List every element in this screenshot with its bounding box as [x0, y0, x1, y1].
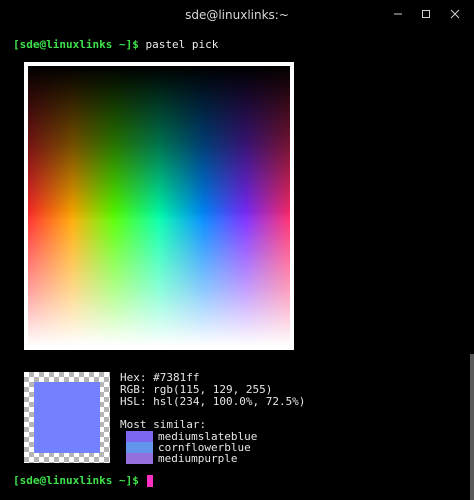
close-icon: [450, 9, 460, 19]
scrollbar[interactable]: [470, 354, 474, 500]
picked-color-swatch: [24, 372, 110, 463]
close-button[interactable]: [443, 3, 467, 25]
terminal-content[interactable]: [sde@linuxlinks ~]$ pastel pick Hex: #73…: [0, 30, 474, 500]
hsl-value: HSL: hsl(234, 100.0%, 72.5%): [120, 395, 306, 408]
similar-item: mediumpurple: [126, 451, 238, 465]
command-line-2: [sde@linuxlinks ~]$: [13, 474, 154, 487]
color-picker-frame: [24, 62, 294, 350]
color-picker-gradient[interactable]: [28, 66, 290, 346]
picked-color-fill: [34, 382, 100, 453]
prompt: [sde@linuxlinks ~]$: [13, 38, 139, 51]
similar-swatch: [126, 453, 153, 464]
similar-swatch: [126, 442, 153, 453]
window-title: sde@linuxlinks:~: [185, 8, 289, 22]
title-bar[interactable]: sde@linuxlinks:~: [0, 0, 474, 30]
command-text: pastel pick: [138, 38, 219, 51]
terminal-window: sde@linuxlinks:~ [sde@linuxlinks ~]$ pas…: [0, 0, 474, 500]
minimize-icon: [394, 13, 402, 15]
text-cursor: [147, 475, 154, 487]
prompt: [sde@linuxlinks ~]$: [13, 474, 139, 487]
command-line-1: [sde@linuxlinks ~]$ pastel pick: [13, 39, 218, 51]
maximize-icon: [422, 10, 430, 18]
minimize-button[interactable]: [386, 3, 410, 25]
maximize-button[interactable]: [414, 3, 438, 25]
similar-name: mediumpurple: [158, 451, 238, 465]
similar-swatch: [126, 431, 153, 442]
